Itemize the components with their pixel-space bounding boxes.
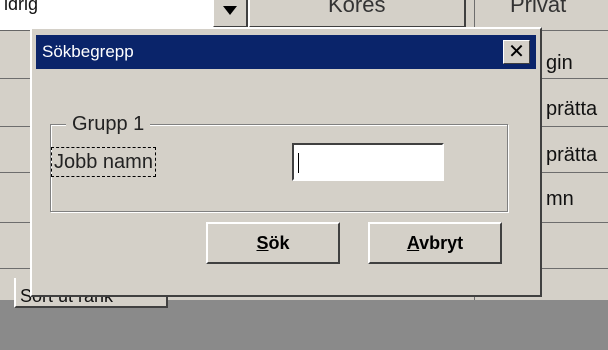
- combo-value: ldrig: [4, 0, 39, 14]
- search-button-label: ök: [268, 233, 290, 253]
- combo-dropdown-button[interactable]: [212, 0, 248, 28]
- search-button-accel: S: [256, 233, 269, 253]
- dialog-titlebar[interactable]: Sökbegrepp ✕: [36, 35, 536, 69]
- job-name-input[interactable]: [292, 143, 444, 181]
- text-caret: [298, 153, 299, 173]
- cancel-button-label: vbryt: [419, 233, 464, 253]
- cancel-button-accel: A: [406, 233, 420, 253]
- cancel-button[interactable]: Avbryt: [368, 222, 502, 264]
- dialog-title: Sökbegrepp: [42, 42, 134, 61]
- group-label: Grupp 1: [66, 113, 151, 136]
- list-item: mn: [546, 188, 574, 210]
- kores-label: Köres: [328, 0, 386, 17]
- chevron-down-icon: [223, 6, 237, 15]
- close-button[interactable]: ✕: [503, 40, 530, 64]
- list-item: prätta: [546, 98, 598, 120]
- kores-button[interactable]: Köres: [248, 0, 466, 28]
- job-name-label: Jobb namn: [51, 147, 156, 177]
- list-item: prätta: [546, 144, 598, 166]
- close-icon: ✕: [508, 39, 525, 63]
- list-item: gin: [546, 52, 573, 74]
- search-button[interactable]: Sök: [206, 222, 340, 264]
- column-header-privat: Privat: [510, 0, 567, 17]
- search-dialog: Sökbegrepp ✕ Grupp 1 Jobb namn Sök Avbry…: [30, 27, 542, 297]
